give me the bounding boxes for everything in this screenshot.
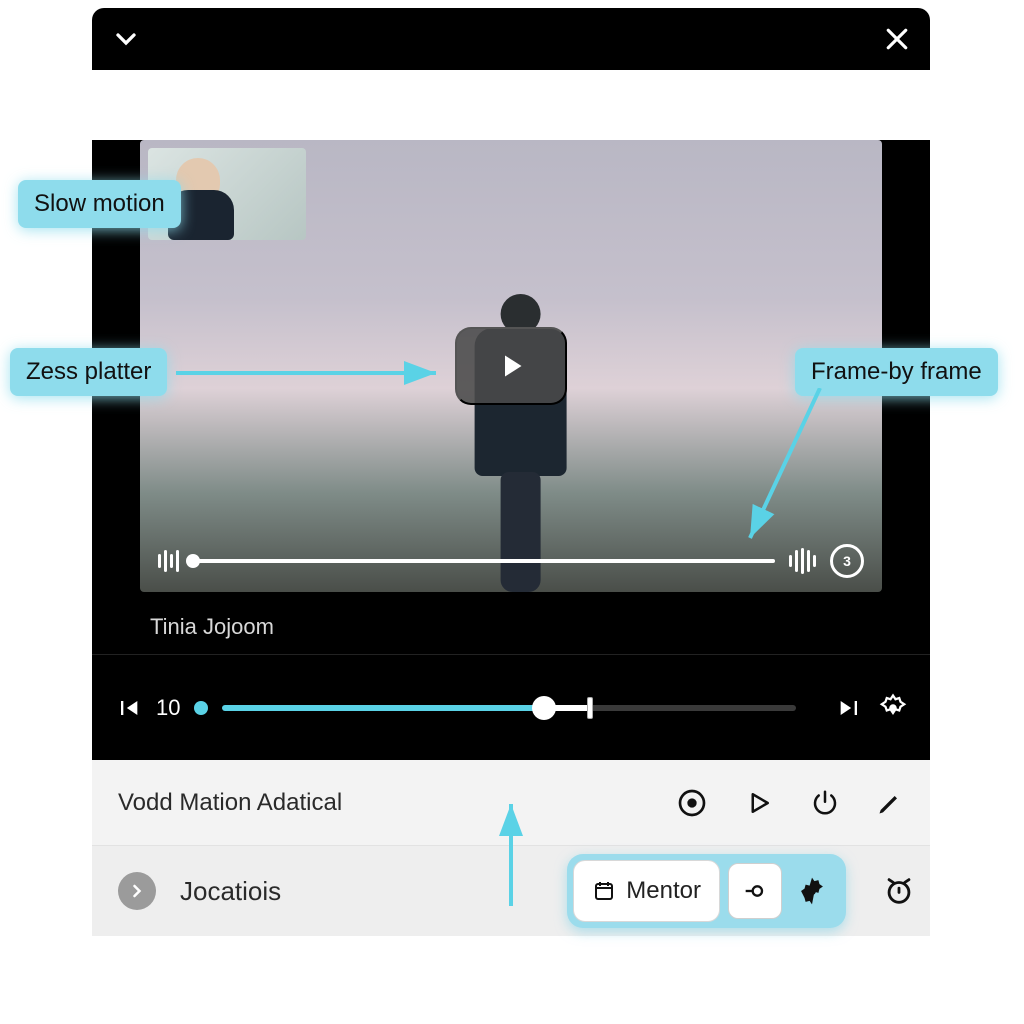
previous-button[interactable] — [114, 694, 142, 722]
close-icon — [882, 24, 912, 54]
skip-next-icon — [836, 694, 864, 722]
bottom-bar: Jocatiois Mentor — [92, 846, 930, 936]
gear-icon — [878, 693, 908, 723]
speed-marker — [587, 697, 593, 719]
video-frame[interactable]: 3 — [140, 140, 882, 592]
chevron-right-icon — [127, 881, 147, 901]
expand-button[interactable] — [118, 872, 156, 910]
chevron-down-icon — [110, 23, 142, 55]
close-button[interactable] — [882, 24, 912, 54]
edit-button[interactable] — [876, 789, 904, 817]
alarm-icon — [882, 874, 916, 908]
pencil-icon — [876, 789, 904, 817]
waveform-end-icon — [789, 548, 816, 574]
mentor-button[interactable]: Mentor — [573, 860, 720, 922]
seek-bar: 3 — [158, 544, 864, 578]
target-icon — [741, 877, 769, 905]
bottom-label: Jocatiois — [180, 876, 281, 907]
speed-indicator-dot — [194, 701, 208, 715]
speed-slider[interactable] — [222, 705, 796, 711]
waveform-start-icon — [158, 550, 179, 572]
skip-previous-icon — [114, 694, 142, 722]
seek-track[interactable] — [193, 559, 775, 563]
play-icon — [493, 348, 529, 384]
calendar-icon — [592, 879, 616, 903]
settings-button[interactable] — [878, 693, 908, 723]
annotation-zess-platter: Zess platter — [10, 348, 167, 396]
play-outline-button[interactable] — [744, 788, 774, 818]
record-icon — [676, 787, 708, 819]
mentor-tool-group: Mentor — [567, 854, 846, 928]
top-bar — [92, 8, 930, 70]
toolbar-row: Vodd Mation Adatical — [92, 760, 930, 846]
speed-value: 10 — [156, 695, 180, 721]
alarm-button[interactable] — [882, 874, 916, 908]
power-button[interactable] — [810, 788, 840, 818]
seek-thumb[interactable] — [186, 554, 200, 568]
target-button[interactable] — [728, 863, 782, 919]
replay-badge[interactable]: 3 — [830, 544, 864, 578]
next-button[interactable] — [836, 694, 864, 722]
collapse-button[interactable] — [110, 23, 142, 55]
playback-controls: 10 — [92, 654, 930, 760]
mentor-label: Mentor — [626, 877, 701, 905]
gear-solid-icon — [796, 875, 828, 907]
app-shell: 3 Tinia Jojoom 10 Vodd Mation Adatical — [92, 8, 930, 1008]
play-outline-icon — [744, 788, 774, 818]
toolbar-label: Vodd Mation Adatical — [118, 789, 342, 817]
power-icon — [810, 788, 840, 818]
settings-gear-button[interactable] — [790, 875, 834, 907]
speed-thumb[interactable] — [532, 696, 556, 720]
play-button[interactable] — [455, 327, 567, 405]
annotation-slow-motion: Slow motion — [18, 180, 181, 228]
annotation-frame-by-frame: Frame-by frame — [795, 348, 998, 396]
video-title: Tinia Jojoom — [92, 592, 930, 646]
video-area: 3 Tinia Jojoom — [92, 140, 930, 654]
record-button[interactable] — [676, 787, 708, 819]
replay-count: 3 — [843, 553, 851, 569]
